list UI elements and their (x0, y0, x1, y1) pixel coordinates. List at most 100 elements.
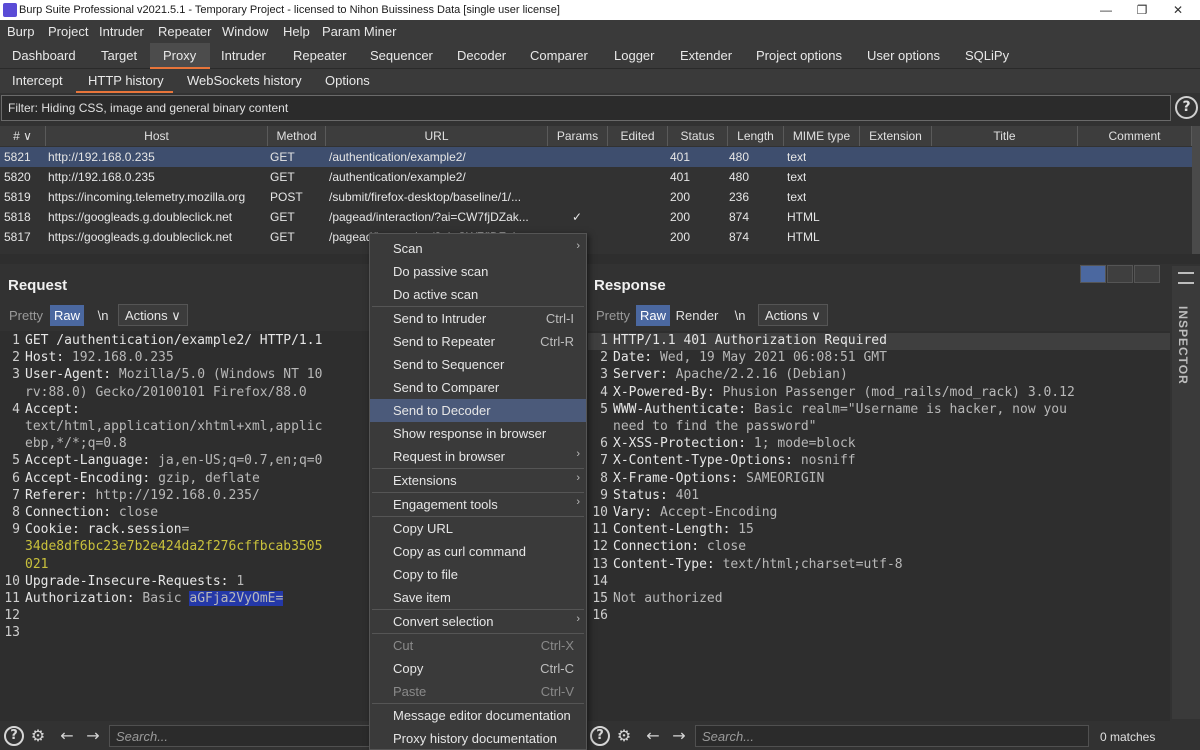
history-scrollbar[interactable] (1192, 126, 1200, 254)
menu-item-engagement-tools[interactable]: Engagement tools › (370, 493, 586, 516)
menu-item-convert-selection[interactable]: Convert selection › (370, 610, 586, 633)
tab-target[interactable]: Target (101, 43, 137, 69)
col-header-length[interactable]: Length (728, 126, 784, 146)
menu-item-copy-as-curl-command[interactable]: Copy as curl command (370, 540, 586, 563)
menu-item-send-to-intruder[interactable]: Send to Intruder Ctrl-I (370, 307, 586, 330)
submenu-arrow-icon: › (576, 613, 580, 625)
response-editor[interactable]: 1 HTTP/1.1 401 Authorization Required 2 Dat… (588, 331, 1170, 721)
close-button[interactable]: ✕ (1160, 1, 1196, 19)
menu-item-save-item[interactable]: Save item (370, 586, 586, 609)
response-forward-arrow-icon[interactable]: → (669, 726, 689, 746)
layout-side-by-side-icon[interactable] (1080, 265, 1106, 283)
restore-button[interactable]: ❐ (1124, 1, 1160, 19)
table-row[interactable]: 5818 https://googleads.g.doubleclick.net… (0, 207, 1192, 227)
table-row[interactable]: 5819 https://incoming.telemetry.mozilla.… (0, 187, 1192, 207)
subtab-websockets-history[interactable]: WebSockets history (187, 69, 302, 93)
col-header-edited[interactable]: Edited (608, 126, 668, 146)
menu-item-copy-to-file[interactable]: Copy to file (370, 563, 586, 586)
tab-user-options[interactable]: User options (867, 43, 940, 69)
subtab-http-history[interactable]: HTTP history (76, 69, 173, 93)
response-raw-button[interactable]: Raw (636, 305, 670, 326)
menu-item-extensions[interactable]: Extensions › (370, 469, 586, 492)
menu-item-send-to-decoder[interactable]: Send to Decoder (370, 399, 586, 422)
request-back-arrow-icon[interactable]: ← (57, 726, 77, 746)
menu-item-scan[interactable]: Scan › (370, 237, 586, 260)
menu-item-proxy-history-documentation[interactable]: Proxy history documentation (370, 727, 586, 750)
response-actions-button[interactable]: Actions ∨ (758, 304, 828, 326)
menu-burp[interactable]: Burp (7, 24, 34, 39)
menu-param-miner[interactable]: Param Miner (322, 24, 396, 39)
request-code-token: Authorization: (25, 591, 143, 606)
request-newline-toggle[interactable]: \n (90, 305, 116, 326)
menu-help[interactable]: Help (283, 24, 310, 39)
tab-decoder[interactable]: Decoder (457, 43, 506, 69)
minimize-button[interactable]: — (1088, 1, 1124, 19)
request-code-token: ebp,*/*;q=0.8 (25, 436, 127, 452)
tab-repeater[interactable]: Repeater (293, 43, 346, 69)
response-code-token: X-Content-Type-Options: (613, 453, 801, 469)
col-header-number[interactable]: # ∨ (0, 126, 46, 146)
menu-item-request-in-browser[interactable]: Request in browser › (370, 445, 586, 468)
tab-intruder[interactable]: Intruder (221, 43, 266, 69)
table-row[interactable]: 5820 http://192.168.0.235 GET /authentic… (0, 167, 1192, 187)
request-code-token: User-Agent: (25, 367, 119, 383)
menu-intruder[interactable]: Intruder (99, 24, 144, 39)
subtab-options[interactable]: Options (325, 69, 370, 93)
col-header-host[interactable]: Host (46, 126, 268, 146)
col-header-extension[interactable]: Extension (860, 126, 932, 146)
request-help-icon[interactable]: ? (4, 726, 24, 746)
tab-logger[interactable]: Logger (614, 43, 654, 69)
response-newline-toggle[interactable]: \n (727, 305, 753, 326)
response-render-button[interactable]: Render (672, 305, 722, 326)
menu-item-send-to-comparer[interactable]: Send to Comparer (370, 376, 586, 399)
col-header-method[interactable]: Method (268, 126, 326, 146)
request-forward-arrow-icon[interactable]: → (83, 726, 103, 746)
menu-project[interactable]: Project (48, 24, 88, 39)
response-settings-gear-icon[interactable]: ⚙ (614, 726, 634, 746)
col-header-status[interactable]: Status (668, 126, 728, 146)
request-code-line: 34de8df6bc23e7b2e424da2f276cffbcab3505 (25, 539, 322, 554)
tab-proxy[interactable]: Proxy (150, 43, 210, 69)
layout-tabbed-icon[interactable] (1134, 265, 1160, 283)
layout-stacked-icon[interactable] (1107, 265, 1133, 283)
request-raw-button[interactable]: Raw (50, 305, 84, 326)
menu-item-copy[interactable]: Copy Ctrl-C (370, 657, 586, 680)
tab-sequencer[interactable]: Sequencer (370, 43, 433, 69)
request-search-input[interactable]: Search... (109, 725, 371, 747)
tab-comparer[interactable]: Comparer (530, 43, 588, 69)
request-settings-gear-icon[interactable]: ⚙ (28, 726, 48, 746)
menu-item-show-response-in-browser[interactable]: Show response in browser (370, 422, 586, 445)
response-pretty-button[interactable]: Pretty (592, 305, 634, 326)
menu-repeater[interactable]: Repeater (158, 24, 211, 39)
menu-item-send-to-repeater[interactable]: Send to Repeater Ctrl-R (370, 330, 586, 353)
response-back-arrow-icon[interactable]: ← (643, 726, 663, 746)
request-editor[interactable]: 1 GET /authentication/example2/ HTTP/1.1 2… (0, 331, 372, 721)
menu-window[interactable]: Window (222, 24, 268, 39)
col-header-url[interactable]: URL (326, 126, 548, 146)
tab-dashboard[interactable]: Dashboard (12, 43, 76, 69)
col-header-comment[interactable]: Comment (1078, 126, 1192, 146)
table-row[interactable]: 5821 http://192.168.0.235 GET /authentic… (0, 147, 1192, 167)
inspector-panel[interactable]: INSPECTOR (1172, 266, 1200, 719)
tab-project-options[interactable]: Project options (756, 43, 842, 69)
split-divider[interactable] (0, 254, 1200, 264)
filter-bar[interactable]: Filter: Hiding CSS, image and general bi… (1, 95, 1171, 121)
menu-item-do-active-scan[interactable]: Do active scan (370, 283, 586, 306)
menu-item-message-editor-documentation[interactable]: Message editor documentation (370, 704, 586, 727)
tab-sqlipy[interactable]: SQLiPy (965, 43, 1009, 69)
col-header-mime-type[interactable]: MIME type (784, 126, 860, 146)
tab-extender[interactable]: Extender (680, 43, 732, 69)
inspector-menu-icon[interactable] (1178, 272, 1194, 284)
request-pretty-button[interactable]: Pretty (6, 305, 46, 326)
col-header-params[interactable]: Params (548, 126, 608, 146)
subtab-intercept[interactable]: Intercept (12, 69, 63, 93)
menu-item-send-to-sequencer[interactable]: Send to Sequencer (370, 353, 586, 376)
help-icon[interactable]: ? (1175, 96, 1198, 119)
request-actions-button[interactable]: Actions ∨ (118, 304, 188, 326)
response-help-icon[interactable]: ? (590, 726, 610, 746)
col-header-title[interactable]: Title (932, 126, 1078, 146)
response-search-input[interactable]: Search... (695, 725, 1089, 747)
menu-item-copy-url[interactable]: Copy URL (370, 517, 586, 540)
table-row[interactable]: 5817 https://googleads.g.doubleclick.net… (0, 227, 1192, 247)
menu-item-do-passive-scan[interactable]: Do passive scan (370, 260, 586, 283)
